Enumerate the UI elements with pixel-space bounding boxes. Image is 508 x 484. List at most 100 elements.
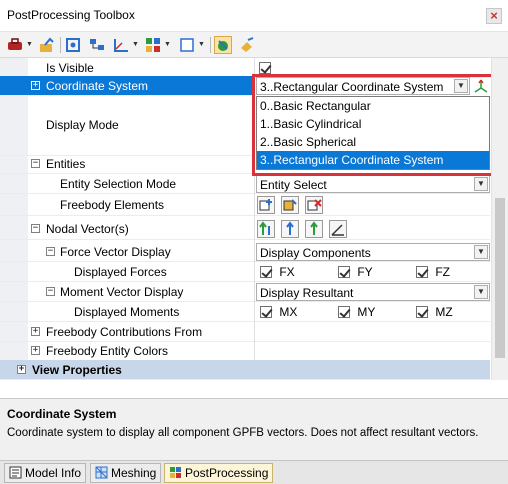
box-icon[interactable] (178, 36, 196, 54)
chevron-down-icon[interactable]: ▼ (474, 177, 488, 191)
vector-combined-icon[interactable] (281, 220, 299, 238)
add-elements-icon[interactable] (257, 196, 275, 214)
row-label: Display Mode (46, 118, 119, 132)
postprocessing-icon (169, 466, 182, 479)
row-label: Nodal Vector(s) (46, 222, 129, 236)
fz-label: FZ (435, 265, 451, 279)
dropdown-option-selected[interactable]: 3..Rectangular Coordinate System (257, 151, 489, 169)
toolbar: ▼ ▼ ▼ ▼ (0, 32, 508, 58)
toolbar-separator (60, 37, 61, 53)
expand-icon[interactable]: + (31, 346, 40, 355)
dropdown-option[interactable]: 1..Basic Cylindrical (257, 115, 489, 133)
combo-value: Display Components (260, 246, 371, 260)
my-checkbox[interactable] (338, 306, 350, 318)
row-label: Force Vector Display (60, 245, 171, 259)
vector-up-icon[interactable] (257, 220, 275, 238)
description-title: Coordinate System (7, 407, 117, 421)
tab-label: Meshing (111, 466, 157, 480)
vector-angle-icon[interactable] (329, 220, 347, 238)
combo-value: Display Resultant (260, 286, 354, 300)
moment-vector-combo[interactable]: Display Resultant ▼ (256, 283, 490, 301)
row-label: View Properties (32, 363, 122, 377)
vector-single-icon[interactable] (305, 220, 323, 238)
window-title: PostProcessing Toolbox (7, 8, 135, 22)
deform-icon[interactable] (214, 36, 232, 54)
expand-icon[interactable]: + (17, 365, 26, 374)
expand-icon[interactable]: + (31, 327, 40, 336)
collapse-icon[interactable]: − (46, 287, 55, 296)
fx-checkbox[interactable] (260, 266, 272, 278)
row-freebody-contributions[interactable]: + Freebody Contributions From (0, 322, 490, 342)
tools-dropdown-icon[interactable]: ▼ (26, 41, 33, 48)
fz-checkbox[interactable] (416, 266, 428, 278)
fy-label: FY (357, 265, 373, 279)
tab-model-info[interactable]: Model Info (4, 463, 87, 483)
tab-postprocessing[interactable]: PostProcessing (164, 463, 274, 483)
remove-elements-icon[interactable] (305, 196, 323, 214)
row-label: Freebody Contributions From (46, 325, 203, 339)
row-label: Entity Selection Mode (60, 177, 177, 191)
row-label: Freebody Elements (60, 198, 165, 212)
fy-checkbox[interactable] (338, 266, 350, 278)
row-view-properties[interactable]: + View Properties (0, 360, 490, 380)
fx-label: FX (279, 265, 295, 279)
mx-checkbox[interactable] (260, 306, 272, 318)
column-splitter[interactable] (254, 58, 255, 360)
grid-dropdown-icon[interactable]: ▼ (164, 41, 171, 48)
description-text: Coordinate system to display all compone… (7, 427, 479, 439)
coordinate-system-combo[interactable]: 3..Rectangular Coordinate System ▼ (256, 77, 470, 95)
chevron-down-icon[interactable]: ▼ (474, 245, 488, 259)
row-displayed-moments: Displayed Moments MX MY MZ (0, 302, 490, 322)
chevron-down-icon[interactable]: ▼ (454, 79, 468, 93)
is-visible-checkbox[interactable] (259, 62, 271, 74)
tools-icon[interactable] (6, 36, 24, 54)
mz-checkbox[interactable] (416, 306, 428, 318)
row-label: Displayed Moments (74, 305, 180, 319)
row-label: Freebody Entity Colors (46, 344, 169, 358)
tab-label: PostProcessing (185, 466, 269, 480)
edit-elements-icon[interactable] (281, 196, 299, 214)
coordinate-axes-icon[interactable] (472, 77, 490, 95)
mx-label: MX (279, 305, 298, 319)
paint-icon[interactable] (238, 36, 256, 54)
grid-icon[interactable] (144, 36, 162, 54)
combo-value: 3..Rectangular Coordinate System (260, 80, 444, 94)
row-coordinate-system[interactable]: + Coordinate System (0, 76, 254, 96)
collapse-icon[interactable]: − (31, 159, 40, 168)
row-label: Is Visible (46, 61, 94, 75)
collapse-icon[interactable]: − (46, 247, 55, 256)
row-label: Displayed Forces (74, 265, 167, 279)
tab-label: Model Info (25, 466, 82, 480)
toolbar-separator (210, 37, 211, 53)
row-label: Moment Vector Display (60, 285, 184, 299)
row-is-visible: Is Visible (0, 58, 490, 78)
row-freebody-elements: Freebody Elements (0, 194, 490, 216)
dropdown-option[interactable]: 0..Basic Rectangular (257, 97, 489, 115)
dropdown-option[interactable]: 2..Basic Spherical (257, 133, 489, 151)
row-label: Coordinate System (46, 79, 149, 93)
expand-icon[interactable]: + (31, 81, 40, 90)
box-dropdown-icon[interactable]: ▼ (198, 41, 205, 48)
tab-meshing[interactable]: Meshing (90, 463, 162, 483)
axis-icon[interactable] (112, 36, 130, 54)
scrollbar-thumb[interactable] (495, 198, 505, 358)
row-label: Entities (46, 157, 86, 171)
meshing-icon (95, 466, 108, 479)
row-freebody-entity-colors[interactable]: + Freebody Entity Colors (0, 341, 490, 361)
structure-icon[interactable] (88, 36, 106, 54)
model-info-icon (9, 466, 22, 479)
bottom-tab-bar: Model Info Meshing PostProcessing (0, 460, 508, 484)
export-icon[interactable] (38, 36, 56, 54)
entity-selection-combo[interactable]: Entity Select ▼ (256, 175, 490, 193)
axis-dropdown-icon[interactable]: ▼ (132, 41, 139, 48)
collapse-icon[interactable]: − (31, 224, 40, 233)
force-vector-combo[interactable]: Display Components ▼ (256, 243, 490, 261)
vertical-scrollbar[interactable] (491, 58, 508, 380)
combo-value: Entity Select (260, 178, 327, 192)
coordinate-system-dropdown: 0..Basic Rectangular 1..Basic Cylindrica… (256, 96, 490, 170)
row-nodal-vectors[interactable]: − Nodal Vector(s) (0, 218, 490, 240)
chevron-down-icon[interactable]: ▼ (474, 285, 488, 299)
target-icon[interactable] (64, 36, 82, 54)
close-button[interactable]: × (486, 8, 502, 24)
row-displayed-forces: Displayed Forces FX FY FZ (0, 262, 490, 282)
